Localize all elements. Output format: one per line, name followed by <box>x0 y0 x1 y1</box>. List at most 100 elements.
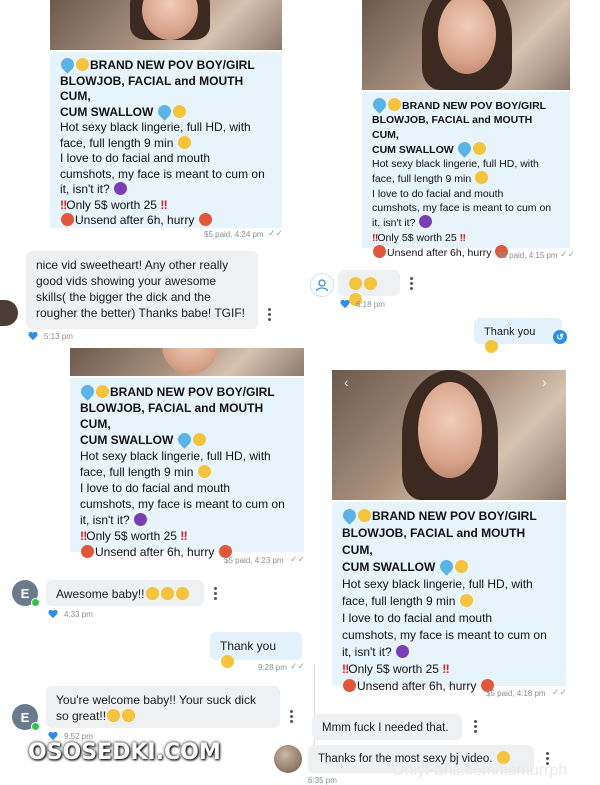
message-line: so great!! <box>56 709 107 723</box>
message-time: 9:28 pm <box>258 663 287 672</box>
post-line-4: Hot sexy black lingerie, full HD, with <box>60 120 251 134</box>
heart-eyes-icon <box>160 587 174 600</box>
message-time: 4:33 pm <box>64 610 93 619</box>
post-image-top-right[interactable] <box>362 0 570 90</box>
more-options-icon[interactable] <box>214 587 217 602</box>
message-text: Thank you <box>484 326 536 338</box>
more-options-icon[interactable] <box>268 308 271 323</box>
post-title-line-1: BRAND NEW POV BOY/GIRL <box>402 100 547 112</box>
message-time: 6:18 pm <box>356 300 385 309</box>
post-title-line-3: CUM SWALLOW <box>60 104 154 119</box>
smirk-icon <box>485 340 498 353</box>
message-line: skills( the bigger the dick and the <box>36 290 211 304</box>
avatar[interactable] <box>274 745 302 773</box>
exclamation-icon: ‼ <box>459 231 466 244</box>
sweat-droplets-icon <box>340 506 359 525</box>
post-image-mid-left[interactable] <box>70 348 304 376</box>
post-line-6: I love to do facial and mouth <box>342 611 493 625</box>
like-heart-icon[interactable] <box>28 332 38 341</box>
heart-eyes-icon <box>122 709 136 722</box>
post-line-9: Only 5$ worth 25 <box>66 197 157 212</box>
message-line: rougher the better) Thanks babe! TGIF! <box>36 306 246 320</box>
avatar-initial: E <box>20 585 30 601</box>
more-options-icon[interactable] <box>290 710 293 725</box>
avatar[interactable] <box>0 300 18 326</box>
post-title-line-3: CUM SWALLOW <box>80 433 174 447</box>
message-text: Thank you <box>220 639 277 653</box>
person-icon <box>315 279 329 292</box>
incoming-message <box>338 270 400 306</box>
more-options-icon[interactable] <box>474 720 477 735</box>
like-heart-icon[interactable] <box>48 610 58 619</box>
like-heart-icon[interactable] <box>340 300 350 309</box>
smirk-icon <box>364 277 377 290</box>
post-line-10: Unsend after 6h, hurry <box>95 545 215 559</box>
post-line-5: face, full length 9 min <box>60 135 174 150</box>
paid-meta: $5 paid, 4:24 pm <box>204 230 264 239</box>
post-image-top-left[interactable] <box>50 0 282 50</box>
post-line-7: cumshots, my face is meant to cum on <box>342 628 547 642</box>
post-title-line-1: BRAND NEW POV BOY/GIRL <box>90 58 255 72</box>
sweat-droplets-icon <box>58 55 77 74</box>
double-check-icon: ✓✓ <box>560 249 576 259</box>
heart-eyes-icon <box>145 587 159 600</box>
message-text: Mmm fuck I needed that. <box>322 722 449 734</box>
post-line-7: cumshots, my face is meant to cum on <box>80 497 285 511</box>
post-line-4: Hot sexy black lingerie, full HD, with <box>342 577 533 591</box>
smirk-icon <box>388 98 401 111</box>
smirk-icon <box>76 58 89 71</box>
post-line-9: Only 5$ worth 25 <box>377 231 457 244</box>
user-avatar-icon[interactable] <box>310 273 334 297</box>
double-check-icon: ✓✓ <box>290 661 306 671</box>
smirk-icon <box>197 465 211 478</box>
smirk-icon <box>349 277 362 290</box>
angry-face-icon <box>343 679 356 692</box>
smirk-icon <box>172 104 186 118</box>
paid-meta: $5 paid, 4:23 pm <box>224 556 284 565</box>
smirk-icon <box>221 655 234 668</box>
double-check-icon: ✓✓ <box>290 554 306 564</box>
chevron-left-icon[interactable]: ‹ <box>344 374 349 390</box>
post-line-5: face, full length 9 min <box>342 594 456 608</box>
paid-meta: $5 paid, 4:18 pm <box>486 689 546 698</box>
incoming-message: nice vid sweetheart! Any other really go… <box>26 251 258 329</box>
post-line-8: it, isn't it? <box>80 513 130 527</box>
reply-icon[interactable]: ↺ <box>553 330 567 344</box>
smirk-icon <box>177 135 191 149</box>
post-line-6: I love to do facial and mouth <box>372 187 504 200</box>
post-line-5: face, full length 9 min <box>372 173 472 186</box>
post-image-bottom-right[interactable]: ‹ › <box>332 370 566 500</box>
heart-eyes-icon <box>175 587 189 600</box>
post-title-line-2: BLOWJOB, FACIAL and MOUTH CUM, <box>60 73 244 104</box>
face-shape <box>162 348 218 374</box>
smirk-icon <box>358 509 371 522</box>
post-title-line-2: BLOWJOB, FACIAL and MOUTH CUM, <box>372 114 533 141</box>
post-card-mid-left: BRAND NEW POV BOY/GIRL BLOWJOB, FACIAL a… <box>70 378 304 559</box>
post-line-9: Only 5$ worth 25 <box>348 662 439 676</box>
smirk-icon <box>472 141 486 155</box>
sweat-droplets-icon <box>370 95 389 114</box>
post-line-4: Hot sexy black lingerie, full HD, with <box>80 449 271 463</box>
devil-icon <box>133 513 147 526</box>
post-title-line-2: BLOWJOB, FACIAL and MOUTH CUM, <box>80 401 264 431</box>
message-line: good vids showing your awesome <box>36 274 217 288</box>
more-options-icon[interactable] <box>410 277 413 292</box>
post-line-5: face, full length 9 min <box>80 465 194 479</box>
post-line-7: cumshots, my face is meant to cum on <box>372 202 552 215</box>
double-check-icon: ✓✓ <box>552 687 568 697</box>
post-line-10: Unsend after 6h, hurry <box>357 679 477 693</box>
angry-face-icon <box>81 545 94 558</box>
angry-face-icon <box>198 213 212 226</box>
chevron-right-icon[interactable]: › <box>542 374 547 390</box>
message-text: Awesome baby!! <box>56 587 145 601</box>
post-card-top-left: BRAND NEW POV BOY/GIRL BLOWJOB, FACIAL a… <box>50 52 282 228</box>
sweat-droplets-icon <box>78 382 97 401</box>
message-time: 5:13 pm <box>44 332 73 341</box>
incoming-message: You're welcome baby!! Your suck dick so … <box>46 686 280 728</box>
devil-icon <box>419 215 433 229</box>
post-line-10: Unsend after 6h, hurry <box>75 213 195 227</box>
face-shape <box>418 382 482 478</box>
post-line-10: Unsend after 6h, hurry <box>387 246 492 259</box>
smirk-icon <box>96 385 109 398</box>
smirk-icon <box>459 594 473 607</box>
